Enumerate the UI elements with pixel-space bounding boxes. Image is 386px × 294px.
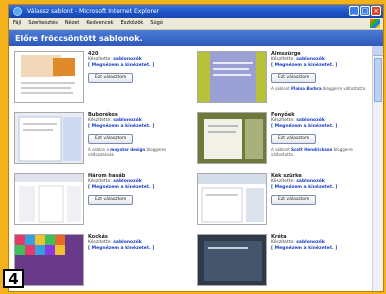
select-template-button[interactable]: Ezt választom bbox=[271, 73, 317, 83]
credit-link[interactable]: Plaina Barbra bbox=[291, 86, 322, 91]
title-bar: Válassz sablont - Microsoft Internet Exp… bbox=[9, 5, 383, 18]
minimize-button[interactable]: _ bbox=[349, 6, 359, 16]
credit-link[interactable]: Scott Hendrickson bbox=[291, 147, 332, 152]
template-thumbnail[interactable] bbox=[197, 112, 267, 164]
template-thumbnail[interactable] bbox=[14, 112, 84, 164]
menu-edit[interactable]: Szerkesztés bbox=[28, 18, 58, 29]
preview-link[interactable]: [ Megnézem a kinézetet. ] bbox=[271, 63, 371, 69]
author-link[interactable]: sablonozók bbox=[296, 57, 325, 62]
author-link[interactable]: sablonozók bbox=[296, 240, 325, 245]
template-item-almszurge: Almszürge Készítette: sablonozók [ Megné… bbox=[197, 51, 377, 111]
scroll-thumb[interactable] bbox=[374, 58, 382, 102]
author-label: Készítette: bbox=[271, 57, 295, 62]
preview-link[interactable]: [ Megnézem a kinézetet. ] bbox=[271, 124, 371, 130]
preview-link[interactable]: [ Megnézem a kinézetet. ] bbox=[88, 124, 188, 130]
template-thumbnail[interactable] bbox=[14, 51, 84, 103]
author-label: Készítette: bbox=[88, 57, 112, 62]
menu-bar: Fájl Szerkesztés Nézet Kedvencek Eszközö… bbox=[9, 18, 383, 30]
template-note: A sablon a mayatar design bloggeres vált… bbox=[88, 147, 167, 157]
template-thumbnail[interactable] bbox=[14, 234, 84, 286]
maximize-button[interactable]: □ bbox=[360, 6, 370, 16]
template-note: A sablont Scott Hendrickson bloggerre vá… bbox=[271, 147, 353, 157]
template-item-buborekos: Buborékos Készítette: sablonozók [ Megné… bbox=[14, 112, 194, 172]
template-item-420: 420 Készítette: sablonozók [ Megnézem a … bbox=[14, 51, 194, 111]
preview-link[interactable]: [ Megnézem a kinézetet. ] bbox=[88, 63, 188, 69]
author-link[interactable]: sablonozók bbox=[113, 240, 142, 245]
select-template-button[interactable]: Ezt választom bbox=[271, 195, 317, 205]
author-link[interactable]: sablonozók bbox=[113, 57, 142, 62]
author-link[interactable]: sablonozók bbox=[113, 118, 142, 123]
template-thumbnail[interactable] bbox=[197, 51, 267, 103]
ie-icon bbox=[13, 7, 22, 16]
template-item-kek-szurke: Kék szürke Készítette: sablonozók [ Megn… bbox=[197, 173, 377, 233]
window-title: Válassz sablont - Microsoft Internet Exp… bbox=[27, 8, 159, 15]
template-item-harom-hasab: Három hasáb Készítette: sablonozók [ Meg… bbox=[14, 173, 194, 233]
template-item-kreta: Kréta Készítette: sablonozók [ Megnézem … bbox=[197, 234, 377, 294]
vertical-scrollbar[interactable] bbox=[372, 46, 383, 291]
select-template-button[interactable]: Ezt választom bbox=[88, 195, 134, 205]
author-link[interactable]: sablonozók bbox=[296, 179, 325, 184]
template-thumbnail[interactable] bbox=[197, 173, 267, 225]
author-label: Készítette: bbox=[271, 179, 295, 184]
preview-link[interactable]: [ Megnézem a kinézetet. ] bbox=[271, 185, 371, 191]
author-label: Készítette: bbox=[88, 118, 112, 123]
template-thumbnail[interactable] bbox=[14, 173, 84, 225]
preview-link[interactable]: [ Megnézem a kinézetet. ] bbox=[271, 246, 371, 252]
template-item-fenyoek: Fenyőek Készítette: sablonozók [ Megnéze… bbox=[197, 112, 377, 172]
select-template-button[interactable]: Ezt választom bbox=[88, 73, 134, 83]
menu-help[interactable]: Súgó bbox=[150, 18, 163, 29]
author-label: Készítette: bbox=[271, 118, 295, 123]
menu-favorites[interactable]: Kedvencek bbox=[86, 18, 113, 29]
select-template-button[interactable]: Ezt választom bbox=[271, 134, 317, 144]
menu-file[interactable]: Fájl bbox=[13, 18, 21, 29]
author-link[interactable]: sablonozók bbox=[113, 179, 142, 184]
author-label: Készítette: bbox=[88, 179, 112, 184]
preview-link[interactable]: [ Megnézem a kinézetet. ] bbox=[88, 185, 188, 191]
author-label: Készítette: bbox=[88, 240, 112, 245]
close-button[interactable]: × bbox=[371, 6, 381, 16]
scroll-up-icon[interactable] bbox=[373, 46, 383, 56]
page-title: Előre fröccsöntött sablonok. bbox=[9, 30, 383, 47]
author-link[interactable]: sablonozók bbox=[296, 118, 325, 123]
figure-number-badge: 4 bbox=[3, 269, 24, 288]
preview-link[interactable]: [ Megnézem a kinézetet. ] bbox=[88, 246, 188, 252]
template-thumbnail[interactable] bbox=[197, 234, 267, 286]
select-template-button[interactable]: Ezt választom bbox=[88, 134, 134, 144]
template-item-kockas: Kockás Készítette: sablonozók [ Megnézem… bbox=[14, 234, 194, 294]
menu-tools[interactable]: Eszközök bbox=[121, 18, 144, 29]
template-grid: 420 Készítette: sablonozók [ Megnézem a … bbox=[9, 46, 373, 291]
credit-link[interactable]: mayatar design bbox=[110, 147, 145, 152]
author-label: Készítette: bbox=[271, 240, 295, 245]
menu-view[interactable]: Nézet bbox=[65, 18, 79, 29]
windows-logo-icon bbox=[370, 19, 380, 28]
template-note: A sablont Plaina Barbra bloggerre változ… bbox=[271, 86, 367, 91]
